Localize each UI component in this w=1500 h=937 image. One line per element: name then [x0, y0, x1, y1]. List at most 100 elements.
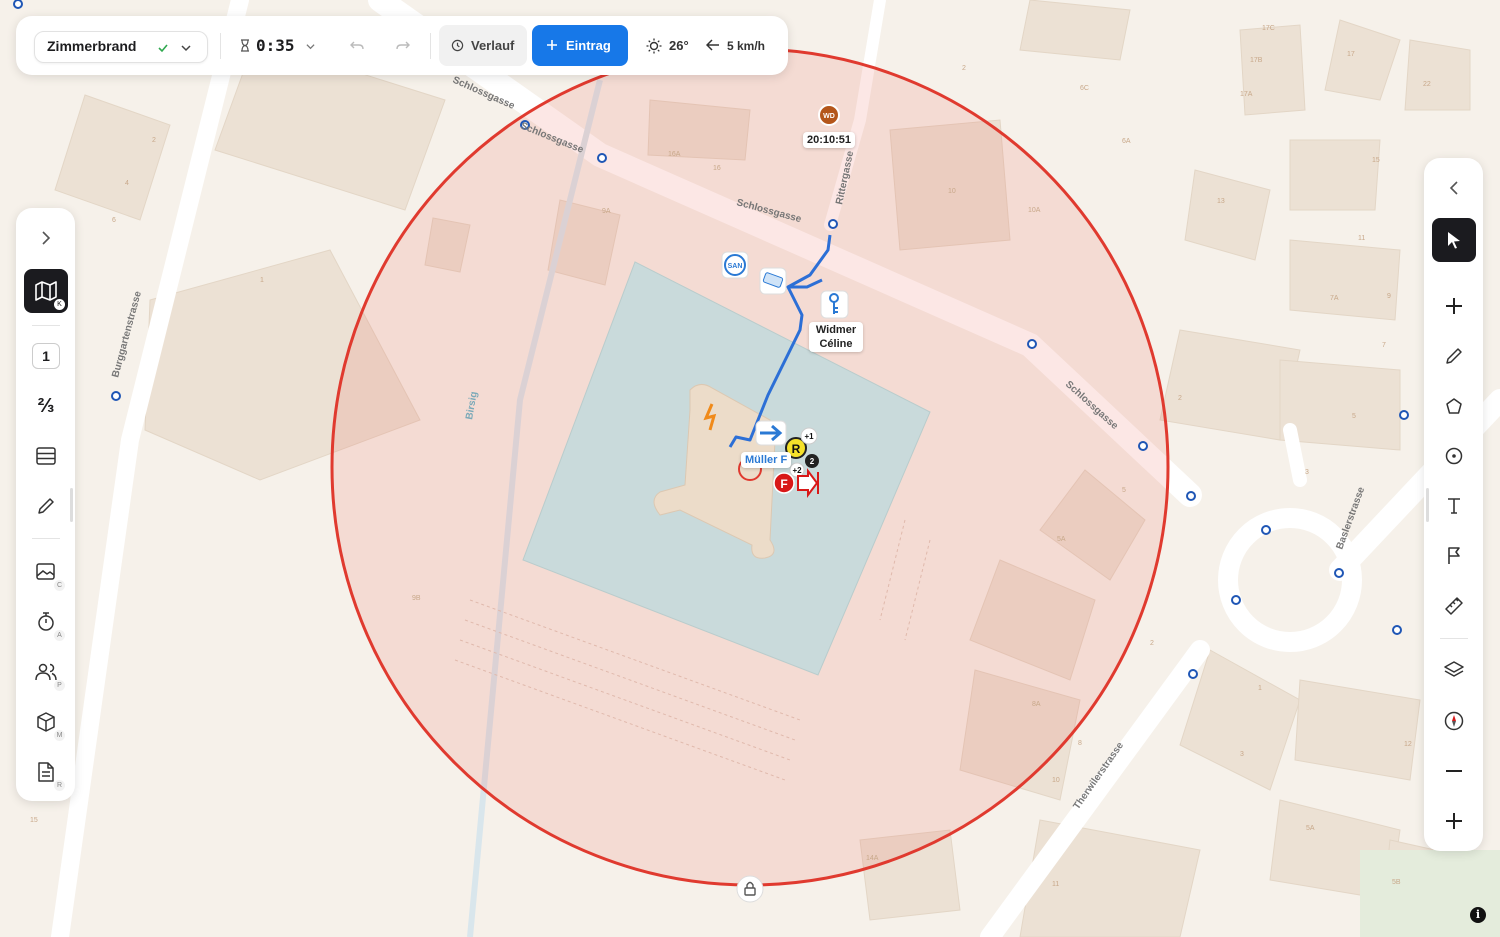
wind-speed-value: 5 km/h — [727, 39, 766, 53]
house-number: 5 — [1122, 487, 1126, 494]
history-button[interactable]: Verlauf — [439, 25, 527, 66]
house-number: 3 — [1240, 751, 1244, 758]
san-marker: SAN — [721, 251, 749, 279]
house-number: 10 — [948, 188, 956, 195]
table-icon — [36, 447, 56, 465]
chevron-left-icon — [1449, 181, 1458, 195]
zoom-in-icon — [1446, 813, 1462, 829]
house-number: 10A — [1028, 207, 1041, 214]
count-two-badge: 2 — [810, 457, 815, 466]
house-number: 15 — [30, 817, 38, 824]
shortcut-badge: M — [54, 730, 65, 741]
redo-icon[interactable] — [396, 39, 410, 53]
polygon-icon — [1446, 398, 1462, 414]
report-button[interactable]: R — [24, 750, 68, 794]
compass-button[interactable] — [1432, 699, 1476, 743]
undo-icon[interactable] — [350, 39, 364, 53]
right-toolbar — [1424, 158, 1483, 851]
clock-icon — [451, 39, 464, 52]
shortcut-badge: C — [54, 580, 65, 591]
f-marker-text: F — [780, 477, 787, 491]
map-canvas[interactable]: Schlossgasse Schlossgasse Schlossgasse S… — [0, 0, 1500, 937]
house-number: 16A — [668, 151, 681, 158]
wind-direction-icon — [706, 39, 719, 51]
top-toolbar: Zimmerbrand 0:35 Verlauf Eintrag 26° 5 k… — [16, 16, 788, 75]
house-number: 17C — [1262, 25, 1275, 32]
polygon-tool-button[interactable] — [1432, 384, 1476, 428]
measure-tool-button[interactable] — [1432, 584, 1476, 628]
house-number: 1 — [1258, 685, 1262, 692]
key-marker — [820, 290, 849, 319]
house-number: 7A — [1330, 295, 1339, 302]
r-marker-text: R — [792, 442, 801, 456]
objects-button[interactable]: M — [24, 700, 68, 744]
text-tool-button[interactable] — [1432, 484, 1476, 528]
level-one-button[interactable]: 1 — [24, 334, 68, 378]
san-label: SAN — [728, 263, 743, 270]
house-number: 12 — [1404, 741, 1412, 748]
add-entry-label: Eintrag — [566, 38, 611, 53]
cursor-icon — [1448, 232, 1460, 249]
house-number: 22 — [1423, 81, 1431, 88]
house-number: 8 — [1078, 740, 1082, 747]
expand-sidebar-button[interactable] — [24, 216, 68, 260]
add-entry-button[interactable]: Eintrag — [532, 25, 628, 66]
draw-tool-button[interactable] — [1432, 334, 1476, 378]
layers-icon — [1444, 661, 1464, 677]
info-icon[interactable]: i — [1470, 907, 1486, 923]
flag-tool-button[interactable] — [1432, 534, 1476, 578]
plus-two-badge: +2 — [792, 466, 802, 475]
house-number: 16 — [713, 165, 721, 172]
add-tool-button[interactable] — [1432, 284, 1476, 328]
image-icon — [36, 563, 55, 580]
check-icon — [158, 44, 168, 53]
plus-icon — [547, 40, 557, 50]
collapse-toolbar-button[interactable] — [1432, 166, 1476, 210]
shortcut-badge: K — [54, 299, 65, 310]
circle-tool-button[interactable] — [1432, 434, 1476, 478]
gallery-button[interactable]: C — [24, 550, 68, 594]
house-number: 7 — [1382, 342, 1386, 349]
people-button[interactable]: P — [24, 650, 68, 694]
scroll-handle[interactable] — [1426, 488, 1429, 522]
hourglass-icon — [241, 39, 249, 52]
table-button[interactable] — [24, 434, 68, 478]
plus-one-badge: +1 — [804, 432, 814, 441]
circle-icon — [1445, 447, 1463, 465]
select-tool-button[interactable] — [1432, 218, 1476, 262]
wd-badge-text: WD — [823, 113, 835, 120]
plus-icon — [1446, 298, 1462, 314]
zoom-out-button[interactable] — [1432, 749, 1476, 793]
house-number: 8A — [1032, 701, 1041, 708]
house-number: 17B — [1250, 57, 1263, 64]
timer-button[interactable]: A — [24, 600, 68, 644]
incident-selector[interactable]: Zimmerbrand — [34, 31, 208, 63]
wd-marker: WD — [818, 104, 840, 126]
divider — [430, 33, 431, 59]
house-number: 4 — [125, 180, 129, 187]
flag-icon — [1448, 547, 1460, 564]
mueller-label: Müller F — [741, 452, 792, 468]
timer-control[interactable]: 0:35 — [238, 34, 322, 58]
map-view-button[interactable]: K — [24, 269, 68, 313]
fraction-button[interactable]: ⅔ — [24, 384, 68, 428]
incident-name: Zimmerbrand — [47, 38, 137, 54]
house-number: 3 — [1305, 469, 1309, 476]
scroll-handle[interactable] — [70, 488, 73, 522]
chevron-right-icon — [42, 231, 51, 245]
zoom-in-button[interactable] — [1432, 799, 1476, 843]
divider — [32, 538, 60, 539]
house-number: 14A — [866, 855, 879, 862]
house-number: 5A — [1306, 825, 1315, 832]
house-number: 9A — [602, 208, 611, 215]
house-number: 2 — [1178, 395, 1182, 402]
draw-button[interactable] — [24, 484, 68, 528]
house-number: 1 — [260, 277, 264, 284]
vehicle-marker — [759, 267, 787, 295]
house-number: 9 — [1387, 293, 1391, 300]
layers-button[interactable] — [1432, 648, 1476, 692]
zoom-out-icon — [1446, 770, 1462, 772]
text-icon — [1448, 498, 1460, 514]
house-number: 17A — [1240, 91, 1253, 98]
house-number: 2 — [152, 137, 156, 144]
